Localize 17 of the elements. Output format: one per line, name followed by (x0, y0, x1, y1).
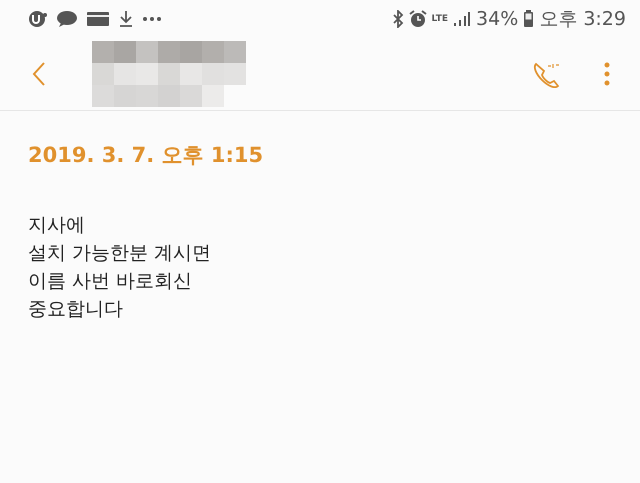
bluetooth-icon (392, 10, 404, 28)
battery-icon (523, 10, 534, 28)
battery-percent: 34% (476, 8, 518, 30)
clock: 오후 3:29 (539, 7, 626, 32)
card-icon (86, 11, 110, 27)
chat-icon (56, 10, 78, 28)
app-icon (28, 10, 48, 28)
message-date: 2019. 3. 7. 오후 1:15 (28, 142, 264, 169)
network-label: LTE (432, 14, 448, 24)
signal-icon (453, 11, 472, 27)
back-icon (32, 61, 46, 87)
download-icon (118, 10, 134, 28)
phone-icon (532, 60, 562, 88)
alarm-icon (408, 10, 426, 28)
message-text: 지사에 설치 가능한분 계시면 이름 사번 바로회신 중요합니다 (28, 213, 212, 322)
menu-icon (604, 62, 610, 86)
more-icon (142, 16, 162, 22)
